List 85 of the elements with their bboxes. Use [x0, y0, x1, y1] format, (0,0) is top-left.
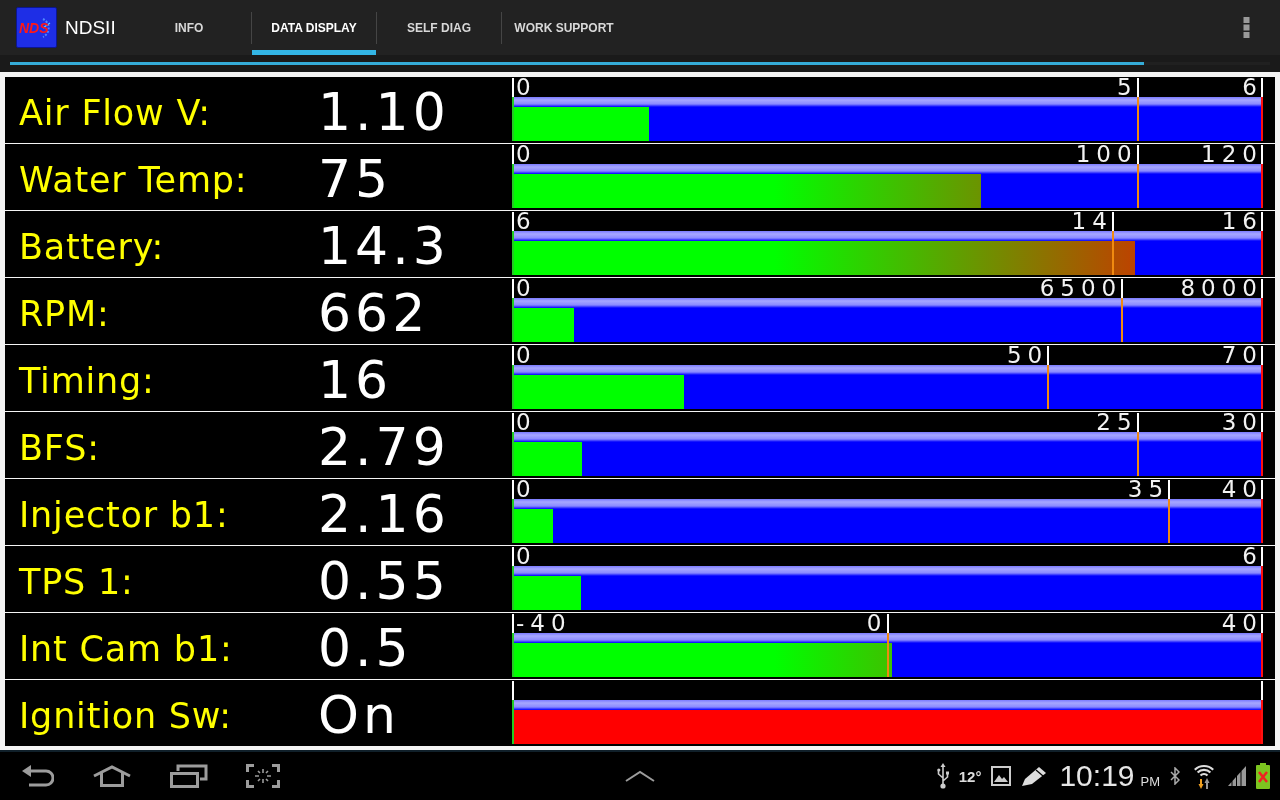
scale-min-label: -40: [515, 614, 572, 633]
scale-start-marker: [512, 145, 514, 208]
usb-icon: [936, 763, 949, 789]
threshold-label: 25: [1096, 413, 1138, 432]
parameter-label: Battery:: [19, 226, 165, 265]
scale-min-label: 0: [515, 346, 537, 365]
scale-end-marker: [1261, 681, 1263, 744]
scale-max-label: 30: [1221, 413, 1263, 432]
scale-min-label: 0: [515, 480, 537, 499]
app-title: NDSII: [65, 16, 116, 39]
parameter-label: BFS:: [19, 427, 100, 466]
parameter-value: 1.10: [318, 81, 450, 138]
back-icon[interactable]: [22, 765, 54, 787]
recent-apps-icon[interactable]: [170, 764, 208, 788]
scale-start-marker: [512, 413, 514, 476]
parameter-value: 0.5: [318, 617, 413, 674]
threshold-label: 35: [1127, 480, 1170, 499]
parameter-label: Air Flow V:: [19, 92, 211, 131]
scale-max-label: 40: [1221, 480, 1263, 499]
parameter-value: 16: [318, 349, 393, 406]
tab[interactable]: WORK SUPPORT: [502, 0, 626, 55]
scale-min-label: 0: [515, 78, 537, 97]
scale-max-label: 120: [1201, 145, 1263, 164]
scale-end-marker: [1261, 346, 1263, 409]
scale-max-label: 40: [1221, 614, 1263, 633]
scale-start-marker: [512, 480, 514, 543]
temperature-text: 12°: [958, 767, 982, 785]
parameter-label: Injector b1:: [19, 494, 229, 533]
threshold-label: 0: [866, 614, 888, 633]
scale-end-marker: [1261, 547, 1263, 610]
scale-min-label: 6: [515, 212, 537, 231]
clock-time: 10:19: [1059, 759, 1135, 793]
scale-start-marker: [512, 212, 514, 275]
parameter-label: Int Cam b1:: [19, 628, 233, 667]
parameter-value: 14.3: [318, 215, 450, 272]
parameter-value: 662: [318, 282, 430, 339]
home-icon[interactable]: [92, 765, 132, 787]
parameter-value: On: [318, 684, 400, 741]
scale-end-marker: [1261, 614, 1263, 677]
scale-end-marker: [1261, 78, 1263, 141]
threshold-label: 14: [1071, 212, 1113, 231]
parameter-label: TPS 1:: [19, 561, 134, 600]
scale-min-label: 0: [515, 547, 537, 566]
parameter-label: Timing:: [19, 360, 155, 399]
scale-min-label: 0: [515, 145, 537, 164]
scale-end-marker: [1261, 279, 1263, 342]
parameter-label: Ignition Sw:: [19, 695, 232, 734]
scale-end-marker: [1261, 413, 1263, 476]
threshold-label: 6500: [1039, 279, 1123, 298]
scale-start-marker: [512, 681, 514, 744]
screenshot-icon[interactable]: [246, 764, 280, 788]
scale-start-marker: [512, 614, 514, 677]
scale-max-label: 70: [1221, 346, 1263, 365]
scale-max-label: 8000: [1180, 279, 1263, 298]
scale-end-marker: [1261, 212, 1263, 275]
threshold-label: 50: [1006, 346, 1049, 365]
threshold-label: 100: [1075, 145, 1138, 164]
parameter-value: 0.55: [318, 550, 450, 607]
scale-start-marker: [512, 346, 514, 409]
app-logo: NDS: [16, 7, 57, 48]
overflow-menu-icon[interactable]: [1243, 17, 1250, 38]
scale-min-label: 0: [515, 279, 537, 298]
battery-icon: [1256, 763, 1270, 789]
image-icon: [991, 766, 1012, 786]
scale-min-label: 0: [515, 413, 537, 432]
scale-end-marker: [1261, 145, 1263, 208]
signal-icon: [1228, 766, 1246, 786]
scale-max-label: 6: [1242, 547, 1263, 566]
scale-start-marker: [512, 547, 514, 610]
tab[interactable]: INFO: [127, 0, 251, 55]
parameter-value: 2.79: [318, 416, 450, 473]
tab[interactable]: SELF DIAG: [377, 0, 501, 55]
bluetooth-icon: [1170, 767, 1180, 785]
up-caret-icon[interactable]: [625, 770, 655, 782]
scale-start-marker: [512, 78, 514, 141]
threshold-label: 5: [1116, 78, 1138, 97]
parameter-label: RPM:: [19, 293, 110, 332]
scale-max-label: 16: [1221, 212, 1263, 231]
parameter-value: 2.16: [318, 483, 450, 540]
clock-meridiem: PM: [1140, 774, 1160, 789]
scale-max-label: 6: [1242, 78, 1263, 97]
scale-end-marker: [1261, 480, 1263, 543]
parameter-label: Water Temp:: [19, 159, 248, 198]
scale-start-marker: [512, 279, 514, 342]
parameter-value: 75: [318, 148, 393, 205]
